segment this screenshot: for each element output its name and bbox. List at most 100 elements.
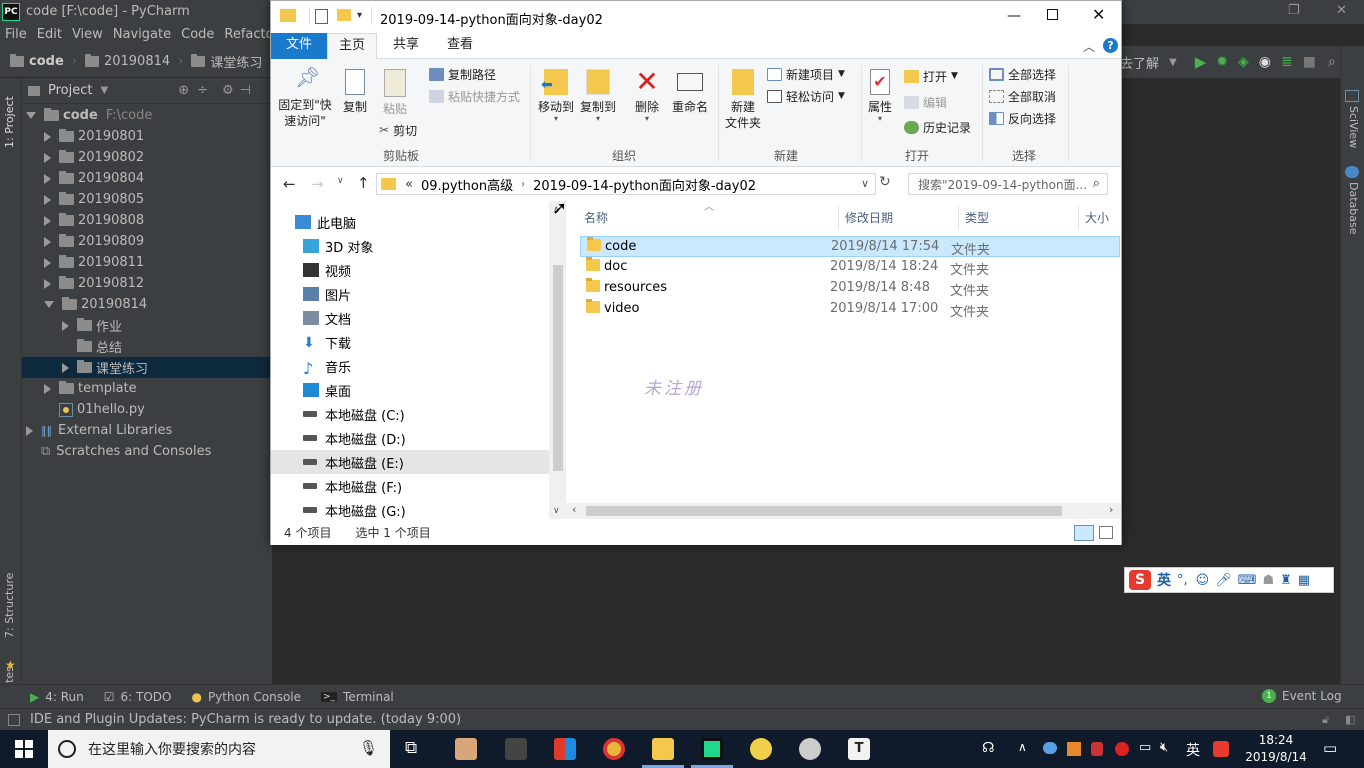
new-folder-button[interactable]: 新建 文件夹 bbox=[721, 69, 765, 131]
nav-item[interactable]: 本地磁盘 (F:) bbox=[271, 474, 549, 498]
search-everywhere-icon[interactable]: ⌕ bbox=[1328, 54, 1336, 70]
profile-icon[interactable]: ◉ bbox=[1259, 54, 1271, 70]
nav-item[interactable]: 本地磁盘 (C:) bbox=[271, 402, 549, 426]
tray-weather-icon[interactable] bbox=[1043, 742, 1057, 754]
refresh-icon[interactable]: ↻ bbox=[879, 174, 891, 190]
tab-todo[interactable]: ☑ 6: TODO bbox=[104, 690, 172, 704]
breadcrumb-20190814[interactable]: 20190814 bbox=[104, 54, 170, 69]
tree-item[interactable]: 20190802 bbox=[22, 147, 272, 168]
emoji-icon[interactable]: ☺ bbox=[1196, 573, 1210, 588]
collapsed-arrow-icon[interactable] bbox=[44, 215, 51, 226]
gear-icon[interactable]: ⚙ bbox=[222, 83, 234, 98]
chevron-down-icon[interactable]: ▼ bbox=[100, 85, 108, 96]
collapsed-arrow-icon[interactable] bbox=[26, 425, 33, 436]
collapsed-arrow-icon[interactable] bbox=[44, 257, 51, 268]
delete-button[interactable]: ✕ 删除 ▾ bbox=[629, 68, 665, 123]
tree-item[interactable]: 20190805 bbox=[22, 189, 272, 210]
menu-file[interactable]: File bbox=[0, 24, 32, 46]
toolbar-learn-more[interactable]: 去了解 bbox=[1120, 53, 1159, 72]
collapsed-arrow-icon[interactable] bbox=[44, 152, 51, 163]
taskbar-app-icon[interactable] bbox=[554, 738, 576, 760]
search-box[interactable]: 搜索"2019-09-14-python面... ⌕ bbox=[908, 173, 1108, 195]
path-dropdown-icon[interactable]: ∨ bbox=[861, 177, 869, 190]
collapsed-arrow-icon[interactable] bbox=[44, 278, 51, 289]
edit-button[interactable]: 编辑 bbox=[904, 92, 947, 112]
tree-item[interactable]: ⧉ Scratches and Consoles bbox=[22, 441, 272, 462]
menu-navigate[interactable]: Navigate bbox=[108, 24, 176, 46]
toolbox-icon[interactable]: ▦ bbox=[1298, 573, 1310, 588]
tree-item[interactable]: 课堂练习 bbox=[22, 357, 272, 378]
taskbar-avatar-app-icon[interactable] bbox=[455, 738, 477, 760]
tab-database[interactable]: Database bbox=[1347, 182, 1360, 235]
windows-start-icon[interactable] bbox=[15, 740, 33, 758]
tray-sogou-icon[interactable] bbox=[1213, 741, 1229, 757]
run-icon[interactable]: ▶ bbox=[1195, 53, 1207, 71]
tree-item[interactable]: 作业 bbox=[22, 315, 272, 336]
stop-icon[interactable]: ■ bbox=[1303, 54, 1316, 70]
column-size[interactable]: 大小 bbox=[1085, 209, 1109, 226]
invert-selection-button[interactable]: 反向选择 bbox=[989, 108, 1056, 128]
project-view-selector[interactable]: Project bbox=[48, 83, 92, 98]
nav-item[interactable]: 本地磁盘 (D:) bbox=[271, 426, 549, 450]
keyboard-icon[interactable]: ⌨ bbox=[1238, 573, 1257, 588]
menu-view[interactable]: View bbox=[67, 24, 108, 46]
weather-app-icon[interactable] bbox=[750, 738, 772, 760]
chrome-icon[interactable] bbox=[603, 738, 625, 760]
scroll-right-icon[interactable]: › bbox=[1109, 503, 1113, 516]
tree-item[interactable]: template bbox=[22, 378, 272, 399]
horizontal-scroll-thumb[interactable] bbox=[586, 506, 1062, 516]
tree-item[interactable]: 总结 bbox=[22, 336, 272, 357]
clock[interactable]: 18:24 2019/8/14 bbox=[1245, 732, 1307, 766]
copy-button[interactable]: 复制 bbox=[339, 69, 371, 115]
collapsed-arrow-icon[interactable] bbox=[44, 194, 51, 205]
back-icon[interactable]: ← bbox=[283, 175, 296, 193]
tab-project[interactable]: 1: Project bbox=[3, 96, 16, 148]
path-separator-icon[interactable]: › bbox=[521, 179, 525, 190]
expanded-arrow-icon[interactable] bbox=[44, 301, 54, 308]
tab-home[interactable]: 主页 bbox=[327, 33, 377, 60]
status-message[interactable]: IDE and Plugin Updates: PyCharm is ready… bbox=[30, 712, 461, 727]
restore-icon[interactable]: ❐ bbox=[1288, 3, 1300, 18]
nav-item[interactable]: 3D 对象 bbox=[271, 234, 549, 258]
typora-icon[interactable]: T bbox=[848, 738, 870, 760]
copy-to-button[interactable]: 复制到 ▾ bbox=[577, 69, 619, 123]
history-button[interactable]: 历史记录 bbox=[904, 117, 971, 137]
up-icon[interactable]: ↑ bbox=[357, 174, 370, 192]
paint-app-icon[interactable] bbox=[799, 738, 821, 760]
notification-icon[interactable]: ▭ bbox=[1323, 739, 1337, 757]
nav-item[interactable]: 此电脑 bbox=[271, 210, 549, 234]
column-name[interactable]: 名称 bbox=[584, 209, 608, 226]
tray-app-icon[interactable] bbox=[1067, 742, 1081, 756]
menu-edit[interactable]: Edit bbox=[32, 24, 67, 46]
collapsed-arrow-icon[interactable] bbox=[44, 131, 51, 142]
microphone-icon[interactable]: 🎙︎ bbox=[359, 739, 378, 757]
tree-item[interactable]: 01hello.py bbox=[22, 399, 272, 420]
tab-structure[interactable]: 7: Structure bbox=[3, 573, 16, 638]
status-toggle-icon[interactable] bbox=[8, 713, 20, 726]
debug-icon[interactable]: ✹ bbox=[1216, 54, 1228, 70]
easy-access-button[interactable]: 轻松访问 ▼ bbox=[767, 86, 845, 106]
coverage-icon[interactable]: ◈ bbox=[1238, 54, 1249, 70]
details-view-icon[interactable] bbox=[1074, 525, 1094, 541]
path-overflow[interactable]: « bbox=[405, 177, 413, 192]
pycharm-taskbar-icon[interactable] bbox=[701, 738, 723, 760]
nav-item[interactable]: ⬇ 下载 bbox=[271, 330, 549, 354]
help-icon[interactable]: ? bbox=[1103, 38, 1118, 53]
tab-event-log[interactable]: 1 Event Log bbox=[1262, 689, 1342, 703]
breadcrumb-classroom[interactable]: 课堂练习 bbox=[210, 52, 262, 71]
column-date[interactable]: 修改日期 bbox=[845, 209, 893, 226]
tree-item[interactable]: 20190812 bbox=[22, 273, 272, 294]
paste-button[interactable]: 粘贴 bbox=[379, 69, 411, 117]
people-icon[interactable]: ☊ bbox=[982, 740, 994, 756]
new-item-button[interactable]: 新建项目 ▼ bbox=[767, 64, 845, 84]
collapsed-arrow-icon[interactable] bbox=[62, 320, 69, 331]
file-row[interactable]: resources 2019/8/14 8:48 文件夹 bbox=[580, 278, 1120, 299]
tab-file[interactable]: 文件 bbox=[271, 33, 327, 59]
file-row[interactable]: code 2019/8/14 17:54 文件夹 bbox=[580, 236, 1120, 258]
tree-item[interactable]: 20190804 bbox=[22, 168, 272, 189]
skin-icon[interactable]: ♜ bbox=[1280, 573, 1292, 588]
cut-button[interactable]: ✂ 剪切 bbox=[379, 120, 417, 140]
nav-item[interactable]: 本地磁盘 (E:) bbox=[271, 450, 549, 474]
task-view-icon[interactable]: ⧉ bbox=[405, 738, 417, 758]
search-icon[interactable]: ⌕ bbox=[1093, 176, 1100, 191]
